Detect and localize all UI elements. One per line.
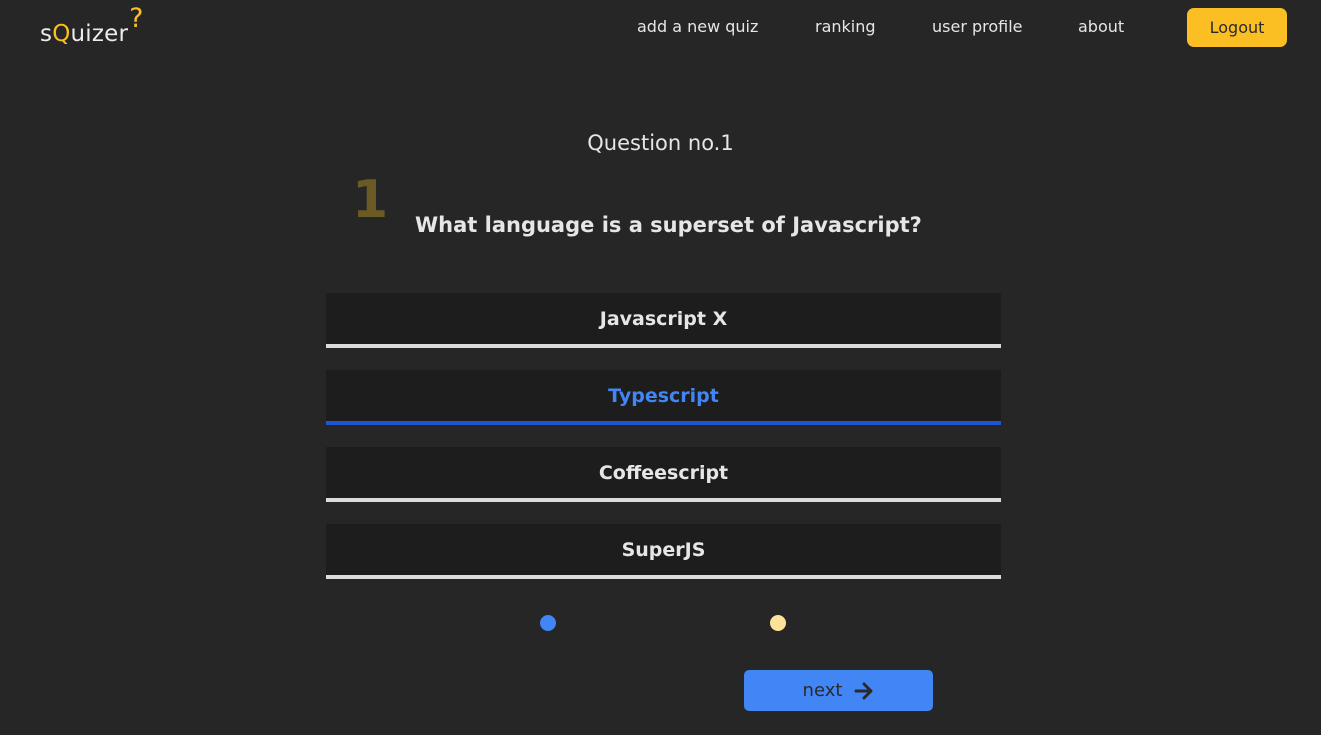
answer-option-javascript-x[interactable]: Javascript X	[326, 293, 1001, 348]
answer-label: Coffeescript	[598, 461, 729, 484]
top-navigation-bar: s Quizer? add a new quiz ranking user pro…	[0, 0, 1321, 56]
answer-label: SuperJS	[621, 538, 706, 561]
next-button-label: next	[802, 680, 843, 701]
logo-text-q: Q	[52, 21, 71, 47]
next-button[interactable]: next	[744, 670, 933, 711]
nav-link-add-quiz[interactable]: add a new quiz	[637, 17, 758, 36]
question-number-badge: 1	[352, 170, 389, 230]
arrow-right-icon	[854, 682, 873, 699]
answer-option-coffeescript[interactable]: Coffeescript	[326, 447, 1001, 502]
nav-link-ranking[interactable]: ranking	[815, 17, 876, 36]
answer-option-superjs[interactable]: SuperJS	[326, 524, 1001, 579]
squizer-logo[interactable]: s Quizer?	[40, 3, 144, 47]
progress-dot-inactive[interactable]	[770, 615, 786, 631]
logo-question-mark: ?	[129, 3, 144, 34]
answer-label: Typescript	[608, 384, 719, 407]
logo-text-prefix: s	[40, 21, 53, 47]
nav-link-about[interactable]: about	[1078, 17, 1124, 36]
answer-label: Javascript X	[599, 307, 728, 330]
question-text: What language is a superset of Javascrip…	[415, 213, 922, 237]
answer-option-typescript[interactable]: Typescript	[326, 370, 1001, 425]
logout-button[interactable]: Logout	[1187, 8, 1287, 47]
nav-link-user-profile[interactable]: user profile	[932, 17, 1023, 36]
question-title: Question no.1	[587, 131, 734, 155]
progress-dot-active[interactable]	[540, 615, 556, 631]
logo-text-suffix: uizer	[70, 21, 129, 47]
